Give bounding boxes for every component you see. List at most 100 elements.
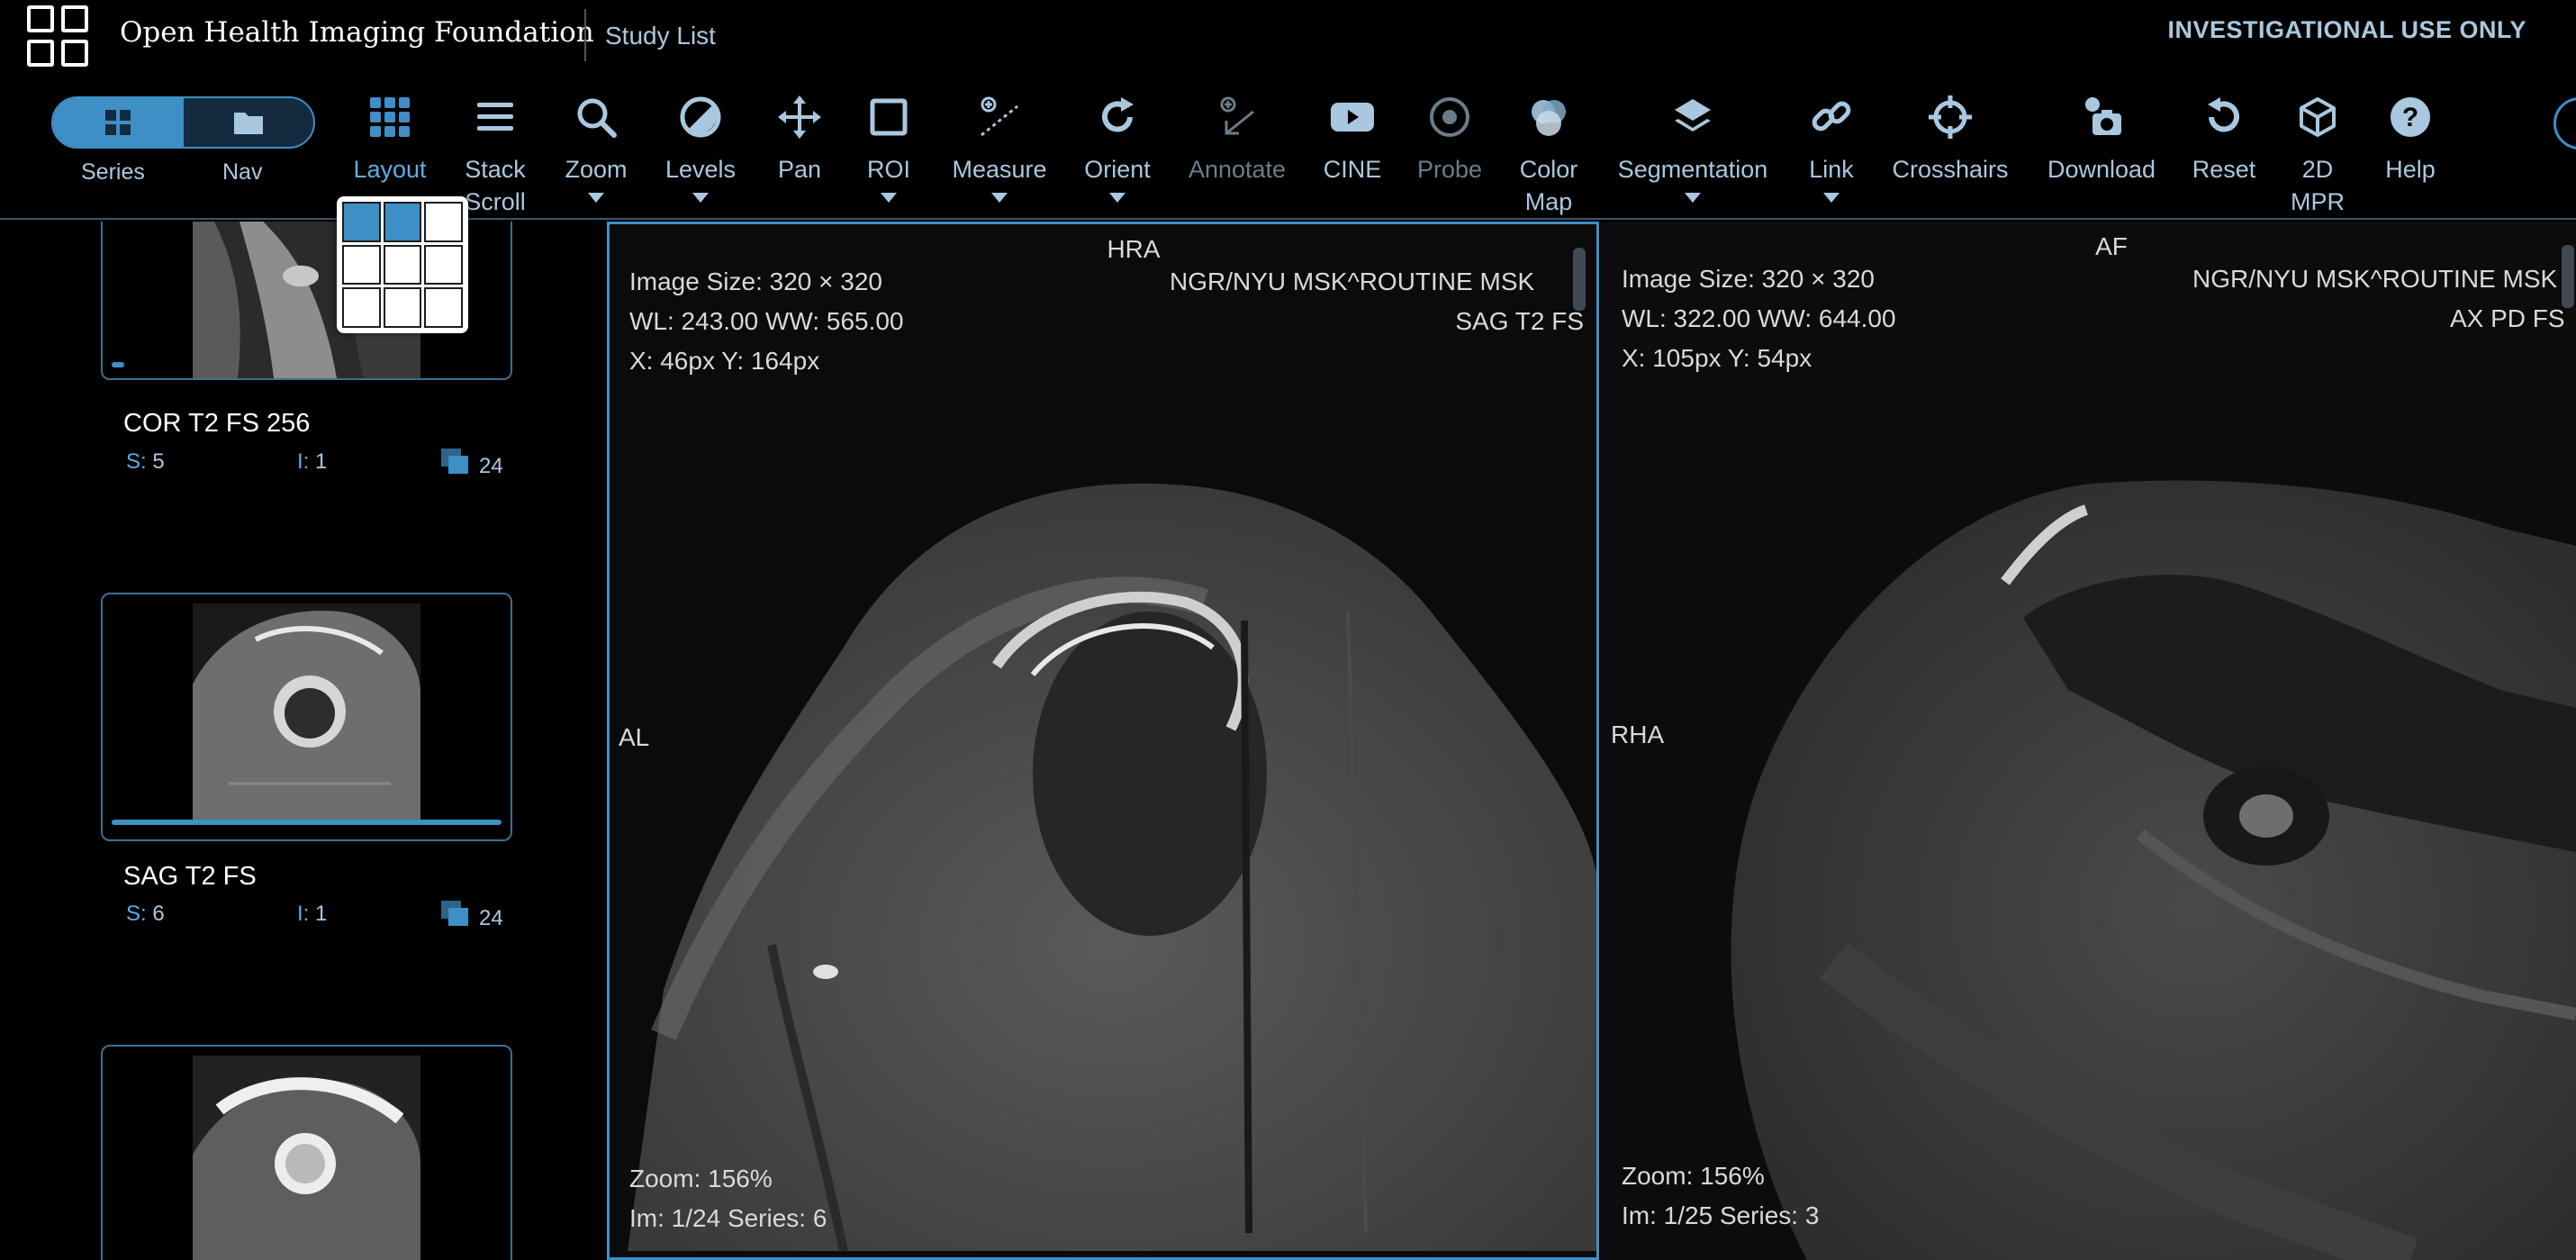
image-size-overlay: Image Size: 320 × 320 — [1622, 265, 1875, 293]
color-map-icon — [1532, 100, 1566, 136]
orientation-left-marker: RHA — [1611, 721, 1665, 748]
rotate-icon — [1102, 97, 1134, 132]
segmentation-dropdown-caret-icon[interactable] — [1685, 193, 1701, 203]
thumbnail-progress-bar — [112, 820, 502, 825]
mpr-label-line1: 2D — [2301, 156, 2334, 183]
series-thumbnail[interactable] — [101, 1045, 512, 1260]
measure-dropdown-caret-icon[interactable] — [991, 193, 1008, 203]
orient-dropdown-caret-icon[interactable] — [1109, 193, 1125, 203]
cursor-position-overlay: X: 105px Y: 54px — [1622, 344, 1812, 372]
layout-picker-popup — [337, 196, 468, 333]
segmentation-tool-button[interactable]: Segmentation — [1585, 94, 1801, 203]
nav-toggle-label: Nav — [222, 159, 263, 185]
layout-tool-button[interactable]: Layout — [331, 94, 448, 186]
crosshairs-icon — [1929, 95, 1972, 139]
layers-icon — [1675, 99, 1711, 131]
orient-tool-label: Orient — [1084, 156, 1151, 183]
app-logo-icon[interactable] — [27, 5, 90, 68]
image-stack-icon — [441, 901, 472, 928]
orientation-top-marker: HRA — [1107, 235, 1161, 263]
help-tool-button[interactable]: ? Help — [2352, 94, 2469, 186]
study-list-link[interactable]: Study List — [605, 22, 716, 50]
layout-cell-3-3[interactable] — [424, 287, 463, 328]
reset-icon — [2208, 97, 2239, 132]
series-description-overlay: AX PD FS — [2450, 304, 2565, 332]
thumbnail-image — [193, 603, 420, 820]
edge-toggle-button[interactable] — [2553, 97, 2576, 150]
zoom-overlay: Zoom: 156% — [629, 1165, 773, 1192]
pan-arrows-icon — [778, 95, 821, 139]
link-tool-label: Link — [1809, 156, 1854, 183]
cine-tool-label: CINE — [1323, 156, 1382, 183]
image-count: 24 — [479, 454, 503, 478]
link-chain-icon — [1812, 101, 1851, 131]
thumbnail-image — [193, 1056, 420, 1260]
panel-toggle[interactable] — [51, 96, 315, 149]
help-question-icon: ? — [2391, 97, 2430, 137]
title-divider — [584, 9, 586, 61]
levels-tool-label: Levels — [664, 156, 737, 183]
layout-cell-1-2[interactable] — [383, 202, 422, 242]
series-number: S: 6 — [126, 902, 165, 926]
grid-icon — [105, 110, 131, 135]
thumbnail-progress-bar — [112, 362, 124, 367]
viewport-scrollbar[interactable] — [2562, 245, 2574, 308]
viewport-2[interactable]: AF RHA Image Size: 320 × 320 WL: 322.00 … — [1600, 222, 2576, 1260]
instance-number: I: 1 — [297, 902, 328, 926]
crosshairs-tool-label: Crosshairs — [1892, 156, 2009, 183]
stack-scroll-label-line1: Stack — [465, 156, 526, 183]
download-tool-button[interactable]: Download — [2034, 94, 2169, 186]
cube-icon — [2300, 97, 2336, 137]
crosshairs-tool-button[interactable]: Crosshairs — [1883, 94, 2018, 186]
orientation-top-marker: AF — [2095, 232, 2128, 260]
window-level-icon — [680, 96, 721, 138]
orient-tool-button[interactable]: Orient — [1059, 94, 1176, 203]
layout-cell-3-1[interactable] — [342, 287, 381, 328]
zoom-dropdown-caret-icon[interactable] — [588, 193, 604, 203]
zoom-overlay: Zoom: 156% — [1622, 1162, 1765, 1190]
series-number: S: 5 — [126, 449, 165, 474]
link-dropdown-caret-icon[interactable] — [1823, 193, 1839, 203]
zoom-tool-button[interactable]: Zoom — [538, 94, 655, 203]
roi-dropdown-caret-icon[interactable] — [881, 193, 897, 203]
series-toggle-label: Series — [81, 159, 145, 185]
layout-cell-3-2[interactable] — [383, 287, 422, 328]
study-description-overlay: NGR/NYU MSK^ROUTINE MSK — [1170, 267, 1535, 295]
probe-dot-icon — [1430, 97, 1469, 137]
layout-cell-2-3[interactable] — [424, 244, 463, 286]
image-series-overlay: Im: 1/25 Series: 3 — [1622, 1201, 1820, 1229]
annotate-tool-label: Annotate — [1188, 156, 1287, 183]
series-thumbnail[interactable] — [101, 593, 512, 841]
rectangle-roi-icon — [870, 98, 908, 136]
folder-icon — [233, 113, 263, 134]
roi-tool-button[interactable]: ROI — [830, 94, 947, 203]
instance-number: I: 1 — [297, 449, 328, 474]
measure-tool-button[interactable]: Measure — [941, 94, 1058, 203]
stack-scroll-label-line2: Scroll — [465, 188, 526, 215]
series-sidebar: COR T2 FS 256 S: 5 I: 1 24 SAG T2 FS S: … — [0, 222, 603, 1260]
roi-tool-label: ROI — [866, 156, 910, 183]
segmentation-tool-label: Segmentation — [1617, 156, 1768, 183]
measure-ruler-icon — [981, 96, 1018, 137]
layout-cell-2-1[interactable] — [342, 244, 381, 286]
layout-cell-2-2[interactable] — [383, 244, 422, 286]
series-name: SAG T2 FS — [123, 862, 257, 891]
orientation-left-marker: AL — [619, 723, 650, 751]
color-map-label-line2: Map — [1524, 188, 1573, 215]
viewport-scrollbar[interactable] — [1573, 248, 1586, 311]
levels-dropdown-caret-icon[interactable] — [692, 193, 709, 203]
window-level-overlay: WL: 243.00 WW: 565.00 — [629, 307, 904, 335]
annotate-tool-button[interactable]: Annotate — [1179, 94, 1296, 186]
cursor-position-overlay: X: 46px Y: 164px — [629, 347, 820, 375]
study-description-overlay: NGR/NYU MSK^ROUTINE MSK — [2192, 265, 2558, 293]
image-count: 24 — [479, 906, 503, 930]
link-tool-button[interactable]: Link — [1773, 94, 1890, 203]
layout-cell-1-3[interactable] — [424, 202, 463, 242]
viewport-1[interactable]: HRA AL Image Size: 320 × 320 WL: 243.00 … — [607, 222, 1599, 1260]
nav-panel-button[interactable] — [184, 98, 314, 147]
series-panel-button[interactable] — [53, 98, 184, 147]
layout-cell-1-1[interactable] — [342, 202, 381, 242]
svg-text:?: ? — [2402, 103, 2418, 132]
zoom-tool-label: Zoom — [565, 156, 628, 183]
stack-scroll-icon — [477, 103, 513, 131]
